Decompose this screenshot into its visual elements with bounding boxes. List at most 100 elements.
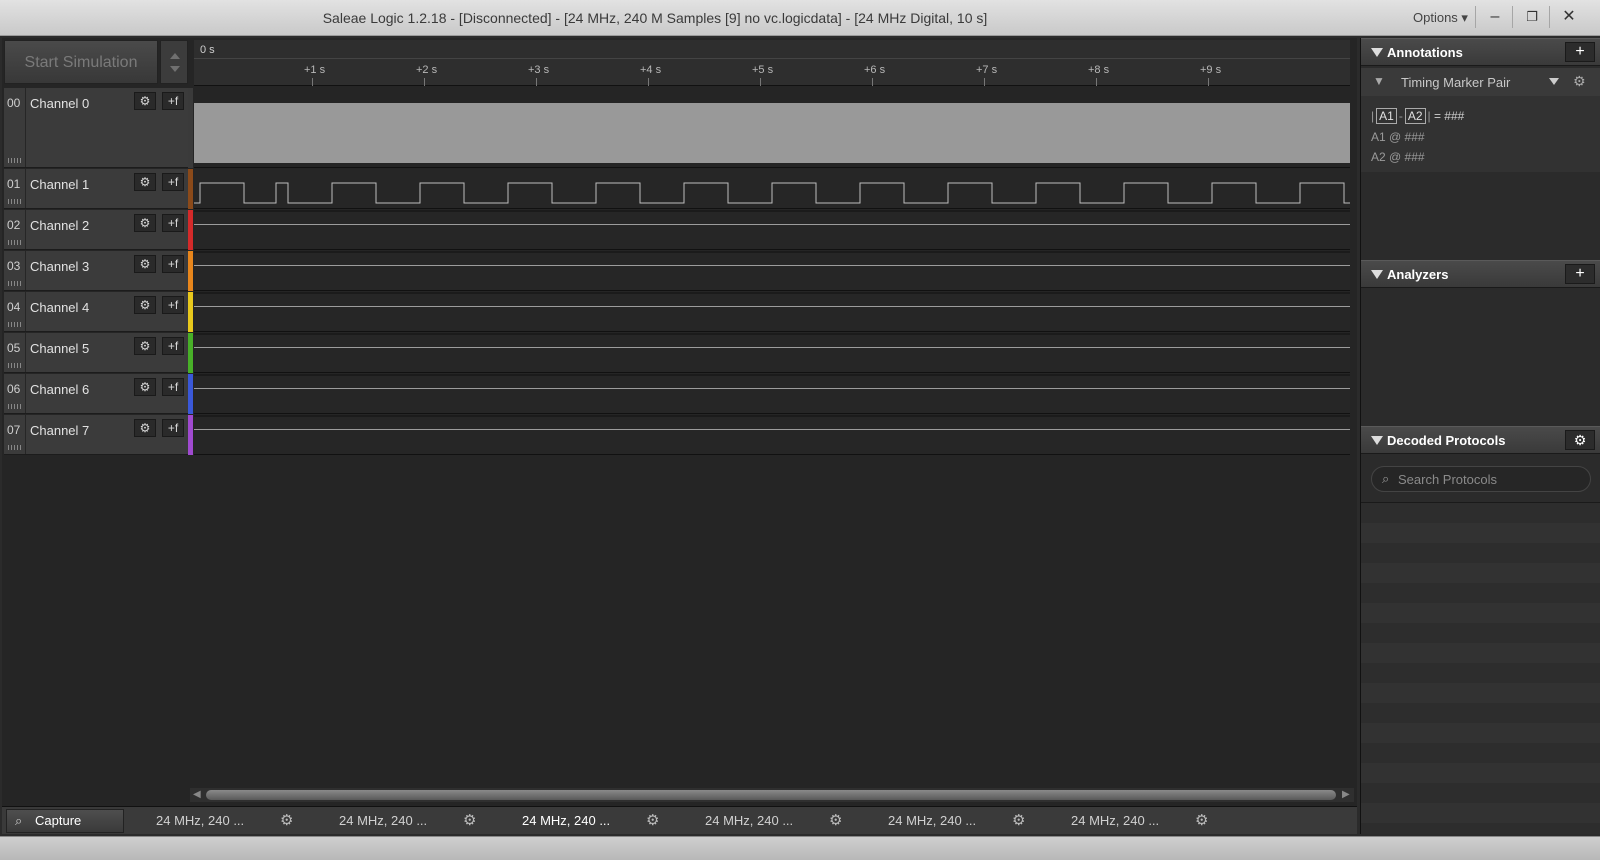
channel-name[interactable]: Channel 2 [30,218,89,233]
time-ruler[interactable]: 0 s +1 s +2 s +3 s +4 s +5 s +6 s +7 s +… [194,40,1350,86]
session-tab[interactable]: 24 MHz, 240 ... ⚙ [1071,809,1208,833]
decoded-protocols-list[interactable] [1361,502,1600,834]
waveform-row[interactable] [194,251,1350,291]
trigger-icon[interactable]: +f [162,255,184,273]
gear-icon[interactable]: ⚙ [1012,809,1025,833]
close-button[interactable]: ✕ [1554,4,1584,30]
search-protocols-input[interactable] [1398,470,1586,488]
gear-icon[interactable]: ⚙ [134,173,156,191]
channel-3-waveform [194,265,1350,266]
session-tab[interactable]: 24 MHz, 240 ... ⚙ [888,809,1025,833]
drag-handle-icon[interactable] [8,240,22,245]
channel-row[interactable]: 00 Channel 0 ⚙ +f [4,88,188,168]
collapse-triangle-icon[interactable] [1371,48,1383,57]
drag-handle-icon[interactable] [8,404,22,409]
add-analyzer-button[interactable]: + [1565,264,1595,284]
drag-handle-icon[interactable] [8,158,22,163]
add-annotation-button[interactable]: + [1565,42,1595,62]
session-tab[interactable]: 24 MHz, 240 ... ⚙ [705,809,842,833]
trigger-icon[interactable]: +f [162,173,184,191]
marker-a2-chip: A2 [1404,108,1426,124]
channel-row[interactable]: 05 Channel 5 ⚙ +f [4,333,188,373]
gear-icon[interactable]: ⚙ [134,378,156,396]
decoded-protocols-title: Decoded Protocols [1387,433,1506,448]
drag-handle-icon[interactable] [8,199,22,204]
gear-icon[interactable]: ⚙ [1195,809,1208,833]
waveform-row[interactable] [194,333,1350,373]
search-icon: ⌕ [15,813,23,828]
gear-icon[interactable]: ⚙ [1573,73,1586,90]
gear-icon[interactable]: ⚙ [829,809,842,833]
scroll-left-icon[interactable]: ◀ [193,789,201,800]
analyzers-header[interactable]: Analyzers + [1361,260,1600,288]
channel-name[interactable]: Channel 3 [30,259,89,274]
collapse-triangle-icon[interactable] [1371,270,1383,279]
gear-icon[interactable]: ⚙ [134,419,156,437]
session-tab[interactable]: 24 MHz, 240 ... ⚙ [339,809,476,833]
gear-icon[interactable]: ⚙ [463,809,476,833]
channel-0-waveform [194,103,1350,163]
marker-a1-line: A1 @ ### [1371,130,1425,144]
ruler-tick: +9 s [1200,64,1221,86]
simulation-dropdown[interactable] [160,40,188,84]
trigger-icon[interactable]: +f [162,92,184,110]
channel-row[interactable]: 03 Channel 3 ⚙ +f [4,251,188,291]
collapse-triangle-icon[interactable] [1371,436,1383,445]
channel-row[interactable]: 06 Channel 6 ⚙ +f [4,374,188,414]
channel-name[interactable]: Channel 1 [30,177,89,192]
restore-button[interactable]: ❐ [1517,4,1547,30]
channel-name[interactable]: Channel 5 [30,341,89,356]
channel-row[interactable]: 01 Channel 1 ⚙ +f [4,169,188,209]
trigger-icon[interactable]: +f [162,419,184,437]
start-simulation-button[interactable]: Start Simulation [4,40,158,84]
channel-name[interactable]: Channel 4 [30,300,89,315]
gear-icon[interactable]: ⚙ [134,214,156,232]
channel-name[interactable]: Channel 7 [30,423,89,438]
marker-a2-line: A2 @ ### [1371,150,1425,164]
horizontal-scrollbar[interactable]: ◀ ▶ [190,788,1354,802]
waveform-area[interactable] [194,88,1350,458]
trigger-icon[interactable]: +f [162,337,184,355]
channel-row[interactable]: 02 Channel 2 ⚙ +f [4,210,188,250]
capture-tab[interactable]: ⌕ Capture [6,809,124,833]
gear-icon[interactable]: ⚙ [280,809,293,833]
gear-icon[interactable]: ⚙ [134,255,156,273]
channel-name[interactable]: Channel 6 [30,382,89,397]
ruler-tick: +7 s [976,64,997,86]
waveform-row[interactable] [194,415,1350,455]
trigger-icon[interactable]: +f [162,296,184,314]
channel-5-waveform [194,347,1350,348]
drag-handle-icon[interactable] [8,445,22,450]
session-tab-active[interactable]: 24 MHz, 240 ... ⚙ [522,809,659,833]
chevron-down-icon[interactable] [1549,78,1559,85]
protocol-search[interactable]: ⌕ [1371,466,1591,492]
gear-icon[interactable]: ⚙ [134,296,156,314]
waveform-row[interactable] [194,88,1350,168]
ruler-tick: +6 s [864,64,885,86]
annotations-header[interactable]: Annotations + [1361,38,1600,66]
trigger-icon[interactable]: +f [162,378,184,396]
trigger-icon[interactable]: +f [162,214,184,232]
options-menu[interactable]: Options ▾ [1413,10,1468,26]
decoded-protocols-header[interactable]: Decoded Protocols ⚙ [1361,426,1600,454]
protocol-settings-button[interactable]: ⚙ [1565,430,1595,450]
scroll-thumb[interactable] [206,790,1336,800]
scroll-right-icon[interactable]: ▶ [1342,789,1350,800]
drag-handle-icon[interactable] [8,363,22,368]
gear-icon[interactable]: ⚙ [134,337,156,355]
waveform-row[interactable] [194,210,1350,250]
channel-name[interactable]: Channel 0 [30,96,89,111]
drag-handle-icon[interactable] [8,322,22,327]
session-tab[interactable]: 24 MHz, 240 ... ⚙ [156,809,293,833]
gear-icon[interactable]: ⚙ [646,809,659,833]
waveform-row[interactable] [194,292,1350,332]
timing-marker-row[interactable]: ▼ Timing Marker Pair ⚙ [1361,68,1600,96]
waveform-row[interactable] [194,169,1350,209]
drag-handle-icon[interactable] [8,281,22,286]
ruler-zero-label: 0 s [200,44,215,56]
waveform-row[interactable] [194,374,1350,414]
gear-icon[interactable]: ⚙ [134,92,156,110]
channel-row[interactable]: 04 Channel 4 ⚙ +f [4,292,188,332]
channel-row[interactable]: 07 Channel 7 ⚙ +f [4,415,188,455]
minimize-button[interactable]: – [1480,4,1510,30]
